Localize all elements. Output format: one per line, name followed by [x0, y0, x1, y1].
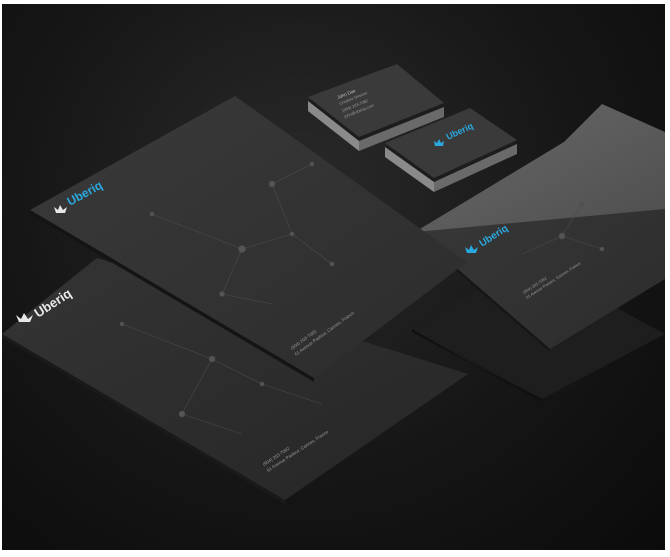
mockup-frame: Uberiq (904) 203-7082 61 Avenue Pasteur,… — [0, 0, 670, 557]
stationery-illustration: Uberiq (904) 203-7082 61 Avenue Pasteur,… — [2, 64, 665, 504]
stationery-scene: Uberiq (904) 203-7082 61 Avenue Pasteur,… — [2, 4, 665, 550]
